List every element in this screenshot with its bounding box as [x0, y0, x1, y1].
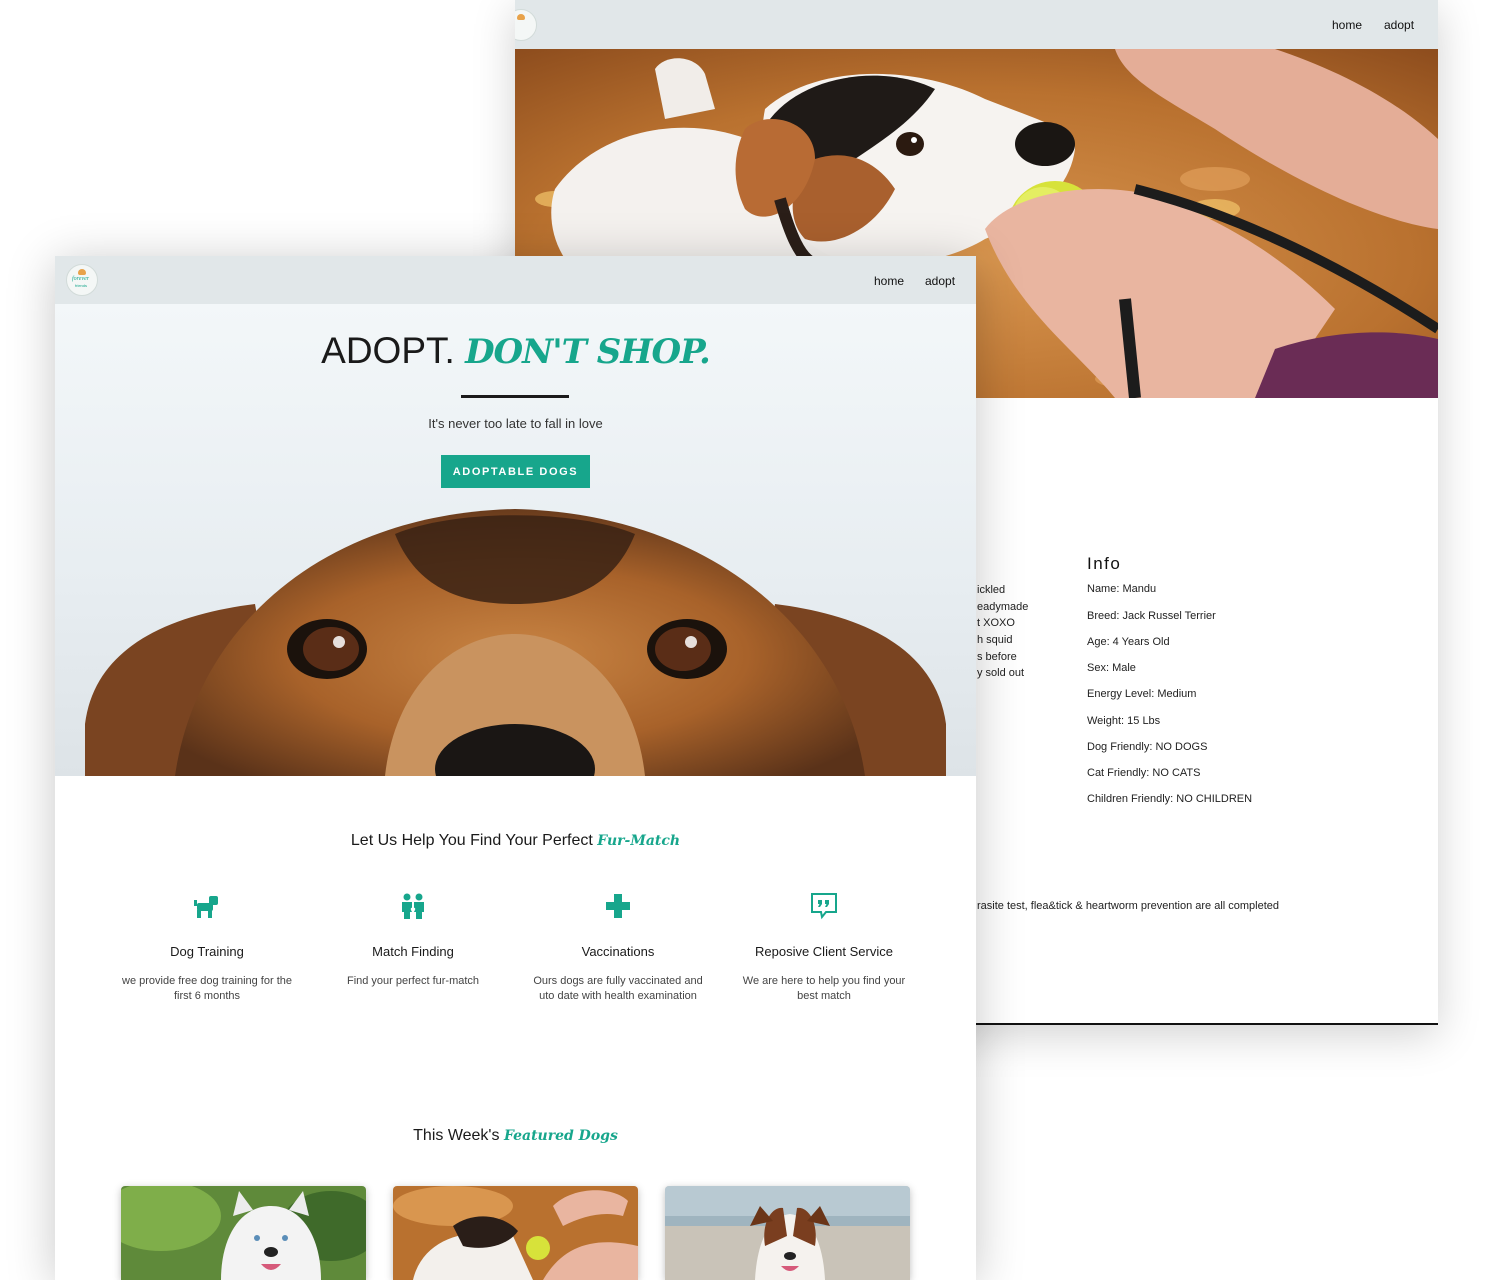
top-nav: home adopt [515, 0, 1438, 49]
info-heading: Info [1087, 554, 1122, 573]
featured-title-text: This Week's [413, 1127, 500, 1144]
featured-section-title: This Week's Featured Dogs [55, 1127, 976, 1145]
forever-friends-logo[interactable]: forever friends [66, 264, 98, 296]
headline-main: ADOPT. [321, 330, 455, 371]
match-section-title: Let Us Help You Find Your Perfect Fur-Ma… [55, 832, 976, 850]
border-collie-photo [665, 1186, 910, 1280]
match-title-accent: Fur-Match [597, 833, 681, 849]
top-nav: forever friends home adopt [55, 256, 976, 304]
headline-accent: DON'T SHOP. [465, 332, 711, 372]
featured-title-accent: Featured Dogs [503, 1128, 618, 1144]
feature-title: Dog Training [170, 944, 244, 959]
info-children-friendly: Children Friendly: NO CHILDREN [1087, 793, 1253, 805]
description-fragment: eadymade [977, 601, 1029, 613]
hero-tagline: It's never too late to fall in love [428, 416, 603, 431]
feature-client-service: Reposive Client Service We are here to h… [734, 892, 914, 1002]
dog-icon [194, 896, 218, 918]
feature-title: Reposive Client Service [754, 944, 893, 959]
info-breed: Breed: Jack Russel Terrier [1087, 610, 1216, 622]
info-dog-friendly: Dog Friendly: NO DOGS [1087, 741, 1208, 753]
feature-description: Ours dogs are fully vaccinated and uto d… [533, 975, 703, 1002]
description-fragment: ickled [977, 584, 1006, 596]
feature-title: Vaccinations [581, 944, 655, 959]
featured-dog-card[interactable] [393, 1186, 638, 1280]
home-page-window: forever friends home adopt ADOPT. DON'T … [55, 256, 976, 1280]
feature-description: We are here to help you find your best m… [742, 975, 906, 1002]
nav-home-link[interactable]: home [874, 274, 904, 288]
feature-vaccinations: Vaccinations Ours dogs are fully vaccina… [528, 892, 708, 1002]
husky-photo [121, 1186, 366, 1280]
info-sex: Sex: Male [1087, 662, 1136, 674]
medical-cross-icon [606, 894, 630, 918]
info-cat-friendly: Cat Friendly: NO CATS [1087, 767, 1201, 779]
match-people-icon [402, 893, 424, 919]
feature-description: Find your perfect fur-match [346, 975, 480, 987]
description-fragment: h squid [977, 634, 1013, 646]
feature-description: we provide free dog training for the fir… [122, 975, 292, 1002]
jack-russell-photo [393, 1186, 638, 1280]
dog-face-hero-image [85, 509, 946, 776]
feature-title: Match Finding [372, 944, 454, 959]
featured-dog-card[interactable] [665, 1186, 910, 1280]
nav-home-link[interactable]: home [1332, 18, 1362, 32]
hero-section: ADOPT. DON'T SHOP. It's never too late t… [55, 304, 976, 776]
info-name: Name: Mandu [1087, 583, 1157, 595]
info-energy-level: Energy Level: Medium [1087, 688, 1197, 700]
feature-match-finding: Match Finding Find your perfect fur-matc… [323, 892, 503, 987]
hero-headline: ADOPT. DON'T SHOP. [55, 330, 976, 372]
nav-adopt-link[interactable]: adopt [1384, 18, 1414, 32]
adoptable-dogs-button[interactable]: ADOPTABLE DOGS [441, 455, 590, 488]
description-fragment: y sold out [977, 667, 1025, 679]
feature-dog-training: Dog Training we provide free dog trainin… [117, 892, 297, 1002]
forever-friends-logo[interactable] [515, 9, 537, 41]
info-age: Age: 4 Years Old [1087, 636, 1170, 648]
match-title-text: Let Us Help You Find Your Perfect [350, 832, 593, 849]
nav-adopt-link[interactable]: adopt [925, 274, 955, 288]
description-fragment: t XOXO [977, 617, 1015, 629]
quote-bubble-icon [811, 893, 837, 920]
health-note-fragment: rasite test, flea&tick & heartworm preve… [977, 900, 1280, 912]
featured-dog-card[interactable] [121, 1186, 366, 1280]
info-weight: Weight: 15 Lbs [1087, 715, 1161, 727]
description-fragment: s before [977, 651, 1017, 663]
headline-divider [461, 395, 569, 398]
